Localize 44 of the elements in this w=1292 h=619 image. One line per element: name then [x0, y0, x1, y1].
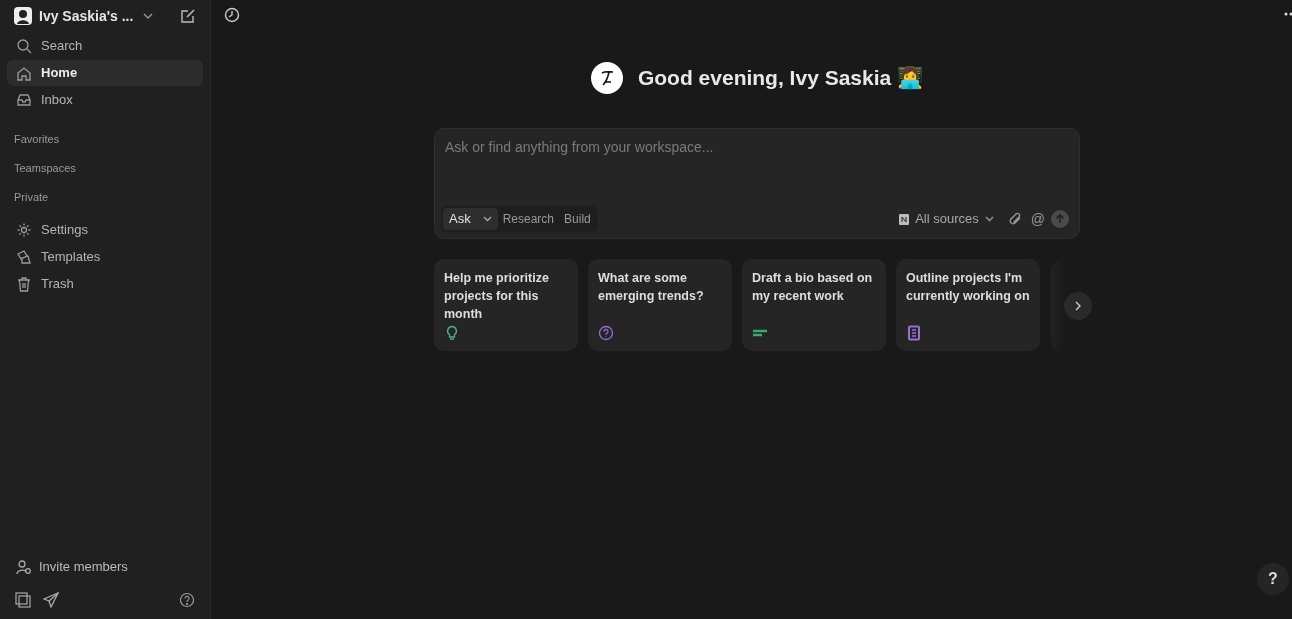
ask-input-field[interactable]: Ask or find anything from your workspace... [441, 135, 1073, 159]
suggestion-card[interactable]: What are some emerging trends? [588, 259, 732, 351]
chevron-down-icon [482, 216, 492, 222]
inbox-icon [16, 92, 32, 108]
workspace-avatar-icon [14, 7, 32, 25]
greeting-heading: Good evening, Ivy Saskia 👩‍💻 [637, 65, 924, 92]
section-heading[interactable]: Teamspaces [14, 160, 196, 174]
sidebar-item[interactable]: Settings [7, 217, 203, 242]
sidebar-item[interactable]: Search [7, 33, 203, 59]
suggestion-card[interactable]: Help me prioritize projects for this month [434, 259, 578, 351]
next-arrow-button[interactable] [1064, 292, 1092, 320]
sidebar-item[interactable]: Home [7, 60, 203, 86]
mode-tab[interactable]: Build [559, 208, 596, 230]
mode-tab[interactable]: Research [497, 208, 560, 230]
help-icon[interactable] [179, 592, 195, 608]
section-heading[interactable]: Private [14, 189, 196, 203]
sidebar-item[interactable]: Templates [7, 244, 203, 269]
sidebar-item[interactable]: Inbox [7, 87, 203, 113]
help-button[interactable]: ? [1257, 563, 1289, 595]
sidebar-item[interactable]: Trash [7, 271, 203, 296]
trash-icon [16, 275, 32, 292]
workspace-name[interactable]: Ivy Saskia's ... [39, 5, 134, 27]
more-icon[interactable] [1284, 12, 1292, 16]
sources-dropdown[interactable]: All sources [915, 209, 994, 229]
search-icon [16, 38, 32, 54]
history-icon[interactable] [224, 7, 240, 23]
ask-box[interactable]: Ask or find anything from your workspace... Ask Research Build All sources @ [434, 128, 1080, 239]
home-icon [16, 65, 32, 81]
person-add-icon [16, 559, 32, 575]
chevron-down-icon[interactable] [143, 13, 154, 19]
settings-icon [16, 221, 32, 238]
mention-button[interactable]: @ [1030, 208, 1045, 230]
section-heading[interactable]: Favorites [14, 131, 196, 145]
mode-tab[interactable]: Ask [443, 208, 498, 230]
suggestion-card[interactable]: Outline projects I'm currently working on [896, 259, 1040, 351]
chevron-right-icon [1074, 301, 1082, 311]
attachment-icon[interactable] [1007, 212, 1022, 226]
chevron-down-icon [984, 216, 994, 222]
new-page-icon[interactable] [180, 8, 196, 24]
marketplace-icon[interactable] [15, 592, 31, 608]
send-icon[interactable] [43, 592, 59, 608]
invite-members-button[interactable]: Invite members [7, 553, 203, 581]
suggestion-card[interactable]: Draft a bio based on my recent work [742, 259, 886, 351]
shapes-icon [16, 248, 32, 265]
